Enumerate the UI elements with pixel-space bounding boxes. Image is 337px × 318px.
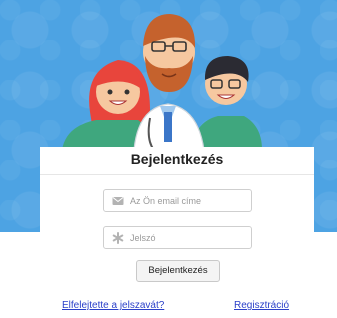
- envelope-icon: [112, 197, 124, 205]
- login-card: Bejelentkezés Bejelentkezés: [40, 147, 314, 287]
- email-field[interactable]: [103, 189, 252, 212]
- login-button[interactable]: Bejelentkezés: [136, 260, 220, 282]
- email-input[interactable]: [130, 190, 248, 211]
- password-field[interactable]: [103, 226, 252, 249]
- login-title: Bejelentkezés: [130, 151, 224, 167]
- male-doctor-figure: [192, 56, 262, 150]
- register-link[interactable]: Regisztráció: [234, 300, 289, 311]
- title-divider: [40, 174, 314, 175]
- password-input[interactable]: [130, 227, 248, 248]
- asterisk-icon: [112, 232, 124, 244]
- forgot-password-link[interactable]: Elfelejtette a jelszavát?: [62, 300, 164, 311]
